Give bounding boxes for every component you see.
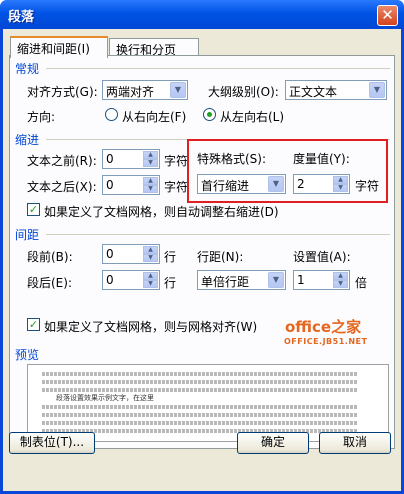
line-spacing-value: 单倍行距 [201,275,250,289]
chevron-down-icon: ▼ [268,176,284,192]
measure-label: 度量值(Y): [293,152,350,166]
auto-right-indent-checkbox[interactable]: ✓ [27,203,40,216]
space-before-unit: 行 [164,250,177,264]
space-before-value: 0 [106,247,114,261]
spin-up-icon[interactable]: ▲ [333,176,348,184]
direction-label: 方向: [27,110,56,124]
measure-spinner[interactable]: 2 ▲ ▼ [293,174,350,194]
indent-before-unit: 字符 [164,154,189,168]
space-after-value: 0 [106,273,114,287]
dialog-window: 段落 ✕ 缩进和间距(I) 换行和分页(P) 常规 对齐方式(G): 两端对齐 … [0,0,404,494]
indent-after-unit: 字符 [164,180,189,194]
cancel-button-label: 取消 [342,435,367,449]
spin-up-icon[interactable]: ▲ [143,246,158,254]
close-button[interactable]: ✕ [377,5,398,26]
preview-box: 段落设置效果示例文字，在这里 [27,364,389,442]
align-value: 两端对齐 [106,85,155,99]
cancel-button[interactable]: 取消 [319,432,391,454]
preview-line [42,421,357,425]
indent-before-value: 0 [106,152,114,166]
rtl-radio[interactable] [105,108,118,121]
align-label: 对齐方式(G): [27,85,98,99]
grid-align-label: 如果定义了文档网格，则与网格对齐(W) [44,320,258,334]
preview-line [42,413,357,417]
indent-after-spinner[interactable]: 0 ▲ ▼ [102,175,160,195]
section-general: 常规 [15,62,40,76]
ltr-label: 从左向右(L) [220,110,285,124]
chevron-down-icon: ▼ [170,82,186,98]
spin-down-icon[interactable]: ▼ [143,280,158,288]
spin-down-icon[interactable]: ▼ [143,159,158,167]
line-spacing-label: 行距(N): [197,250,244,264]
spin-down-icon[interactable]: ▼ [333,280,348,288]
space-before-spinner[interactable]: 0 ▲ ▼ [102,244,160,264]
special-format-label: 特殊格式(S): [197,152,267,166]
line-spacing-select[interactable]: 单倍行距 ▼ [197,270,286,290]
watermark-url: OFFICE.JB51.NET [284,337,368,346]
tab-indent-spacing[interactable]: 缩进和间距(I) [10,36,108,58]
close-icon: ✕ [381,6,394,24]
spin-up-icon[interactable]: ▲ [143,177,158,185]
outline-select[interactable]: 正文文本 ▼ [285,80,387,100]
indent-before-label: 文本之前(R): [27,154,97,168]
grid-align-checkbox[interactable]: ✓ [27,318,40,331]
space-after-spinner[interactable]: 0 ▲ ▼ [102,270,160,290]
watermark-brand: office之家 [285,318,362,336]
title-bar[interactable]: 段落 ✕ [0,0,404,29]
indent-after-value: 0 [106,178,114,192]
dialog-client: 缩进和间距(I) 换行和分页(P) 常规 对齐方式(G): 两端对齐 ▼ 大纲级… [3,29,401,491]
divider [46,68,390,69]
setting-value: 1 [297,273,305,287]
setting-value-spinner[interactable]: 1 ▲ ▼ [293,270,350,290]
spin-up-icon[interactable]: ▲ [143,272,158,280]
spin-down-icon[interactable]: ▼ [143,254,158,262]
setting-value-unit: 倍 [355,276,368,290]
preview-line [42,388,357,392]
preview-line [42,405,357,409]
divider [46,234,390,235]
section-indent: 缩进 [15,133,40,147]
section-spacing: 间距 [15,228,40,242]
chevron-down-icon: ▼ [268,272,284,288]
indent-after-label: 文本之后(X): [27,180,97,194]
space-after-unit: 行 [164,276,177,290]
tab-stops-button-label: 制表位(T)... [19,435,85,449]
spin-down-icon[interactable]: ▼ [143,185,158,193]
space-after-label: 段后(E): [27,276,72,290]
ltr-radio[interactable] [203,108,216,121]
ok-button[interactable]: 确定 [237,432,309,454]
special-format-select[interactable]: 首行缩进 ▼ [197,174,286,194]
setting-value-label: 设置值(A): [293,250,351,264]
section-preview: 预览 [15,348,40,362]
tab-stops-button[interactable]: 制表位(T)... [9,432,95,454]
rtl-label: 从右向左(F) [122,110,187,124]
tab-indent-spacing-label: 缩进和间距(I) [17,42,90,56]
dialog-title: 段落 [8,10,35,25]
indent-before-spinner[interactable]: 0 ▲ ▼ [102,149,160,169]
chevron-down-icon: ▼ [369,82,385,98]
align-select[interactable]: 两端对齐 ▼ [102,80,188,100]
outline-label: 大纲级别(O): [208,85,279,99]
spin-down-icon[interactable]: ▼ [333,184,348,192]
outline-value: 正文文本 [289,85,338,99]
tab-panel: 常规 对齐方式(G): 两端对齐 ▼ 大纲级别(O): 正文文本 ▼ 方向: 从… [9,55,395,449]
auto-right-indent-label: 如果定义了文档网格，则自动调整右缩进(D) [44,205,279,219]
spin-up-icon[interactable]: ▲ [143,151,158,159]
measure-value: 2 [297,177,305,191]
ok-button-label: 确定 [260,435,285,449]
spin-up-icon[interactable]: ▲ [333,272,348,280]
space-before-label: 段前(B): [27,250,73,264]
special-format-value: 首行缩进 [201,179,250,193]
preview-line [42,380,357,384]
measure-unit: 字符 [355,179,380,193]
preview-sample-text: 段落设置效果示例文字，在这里 [56,394,154,402]
preview-line [42,372,357,376]
